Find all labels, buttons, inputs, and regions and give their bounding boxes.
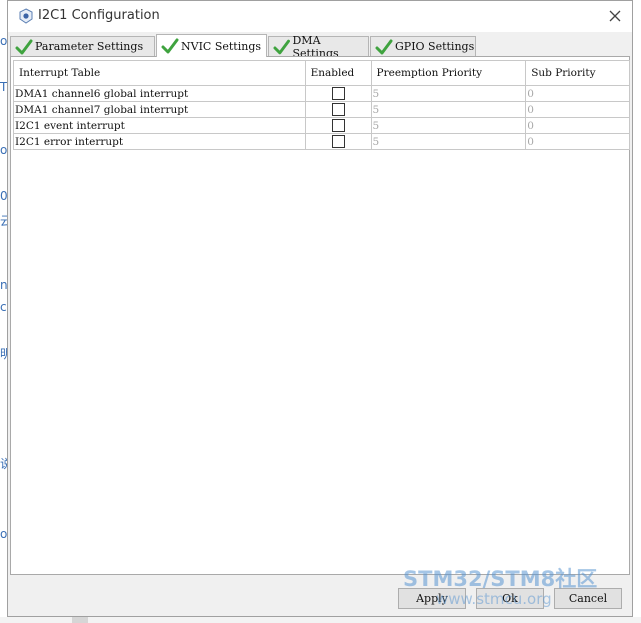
check-icon	[15, 39, 33, 54]
preemption-priority[interactable]: 5	[370, 117, 527, 134]
background-bottom	[0, 617, 641, 623]
background-scroll-handle	[72, 617, 88, 623]
tab-label: NVIC Settings	[181, 39, 262, 53]
preemption-priority[interactable]: 5	[370, 101, 527, 118]
table-row[interactable]: I2C1 error interrupt 5 0	[13, 133, 630, 150]
sub-priority[interactable]: 0	[525, 85, 630, 102]
column-header-interrupt[interactable]: Interrupt Table	[13, 60, 306, 86]
table-header-row: Interrupt Table Enabled Preemption Prior…	[13, 60, 630, 86]
table-row[interactable]: I2C1 event interrupt 5 0	[13, 117, 630, 134]
column-header-sub-priority[interactable]: Sub Priority	[525, 60, 630, 86]
interrupt-name: I2C1 error interrupt	[13, 133, 306, 150]
table-row[interactable]: DMA1 channel6 global interrupt 5 0	[13, 85, 630, 102]
watermark-url: www.stmcu.org	[436, 590, 552, 608]
window-title: I2C1 Configuration	[38, 8, 160, 23]
tab-dma-settings[interactable]: DMA Settings	[268, 34, 369, 60]
enabled-cell	[304, 101, 372, 118]
column-header-preemption[interactable]: Preemption Priority	[370, 60, 527, 86]
sub-priority[interactable]: 0	[525, 101, 630, 118]
tab-label: Parameter Settings	[35, 40, 144, 53]
interrupt-table: Interrupt Table Enabled Preemption Prior…	[13, 60, 630, 150]
watermark-logo: STM32/STM8社区	[403, 567, 598, 591]
close-button[interactable]	[604, 5, 626, 27]
enabled-checkbox[interactable]	[332, 119, 346, 132]
interrupt-name: DMA1 channel7 global interrupt	[13, 101, 306, 118]
column-header-enabled[interactable]: Enabled	[304, 60, 372, 86]
sub-priority[interactable]: 0	[525, 133, 630, 150]
interrupt-name: I2C1 event interrupt	[13, 117, 306, 134]
sub-priority[interactable]: 0	[525, 117, 630, 134]
table-row[interactable]: DMA1 channel7 global interrupt 5 0	[13, 101, 630, 118]
interrupt-name: DMA1 channel6 global interrupt	[13, 85, 306, 102]
preemption-priority[interactable]: 5	[370, 133, 527, 150]
app-icon	[18, 8, 34, 24]
enabled-cell	[304, 117, 372, 134]
enabled-cell	[304, 133, 372, 150]
close-icon	[609, 10, 621, 22]
check-icon	[161, 38, 179, 54]
title-bar[interactable]: I2C1 Configuration	[8, 1, 632, 32]
enabled-checkbox[interactable]	[332, 87, 346, 100]
enabled-checkbox[interactable]	[332, 103, 346, 116]
tab-parameter-settings[interactable]: Parameter Settings	[10, 36, 155, 56]
tab-label: GPIO Settings	[395, 40, 475, 53]
check-icon	[375, 39, 393, 54]
check-icon	[273, 39, 290, 54]
enabled-cell	[304, 85, 372, 102]
tab-nvic-settings[interactable]: NVIC Settings	[156, 34, 267, 57]
enabled-checkbox[interactable]	[332, 135, 346, 148]
tab-gpio-settings[interactable]: GPIO Settings	[370, 36, 476, 56]
preemption-priority[interactable]: 5	[370, 85, 527, 102]
nvic-panel: Interrupt Table Enabled Preemption Prior…	[10, 56, 630, 575]
config-dialog: I2C1 Configuration Parameter Settings NV…	[7, 0, 633, 617]
